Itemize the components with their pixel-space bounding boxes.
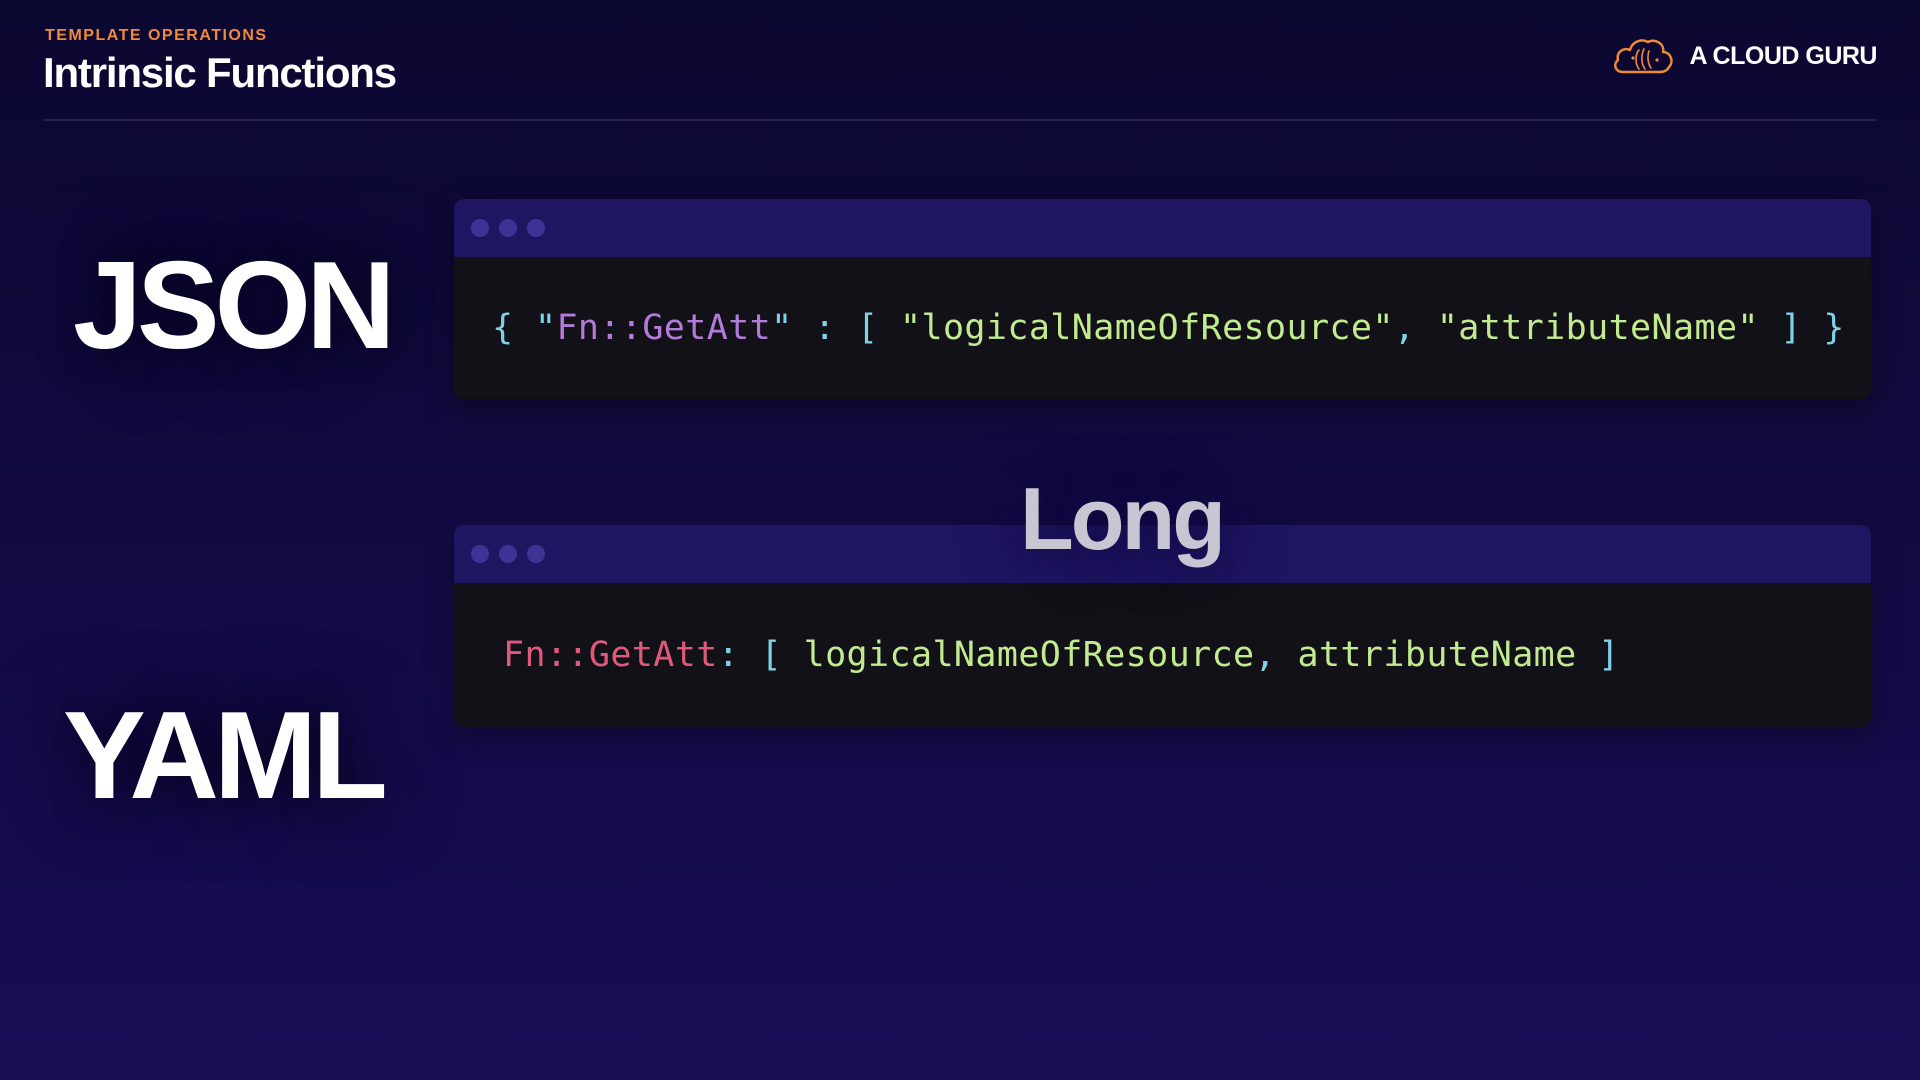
yaml-code-line: Fn::GetAtt: [ logicalNameOfResource, att… <box>454 635 1620 675</box>
code-function-name: Fn::GetAtt <box>503 635 718 675</box>
slide-title: Intrinsic Functions <box>43 49 397 96</box>
json-window-title-bar <box>454 199 1871 257</box>
window-dot-icon <box>499 545 517 563</box>
code-comma: , <box>1254 635 1298 675</box>
code-open-brace: { <box>492 308 535 348</box>
json-label: JSON <box>73 237 396 375</box>
window-dot-icon <box>527 545 545 563</box>
slide-eyebrow: TEMPLATE OPERATIONS <box>45 27 268 44</box>
code-function-name: Fn::GetAtt <box>556 308 772 348</box>
code-quote: " <box>771 308 793 348</box>
json-code-line: { "Fn::GetAtt" : [ "logicalNameOfResourc… <box>454 308 1845 348</box>
json-code-window: { "Fn::GetAtt" : [ "logicalNameOfResourc… <box>454 199 1871 399</box>
window-dot-icon <box>471 545 489 563</box>
window-dot-icon <box>527 219 545 237</box>
json-code-body: { "Fn::GetAtt" : [ "logicalNameOfResourc… <box>454 257 1871 399</box>
long-form-label: Long <box>1020 469 1226 568</box>
brand-name: A CLOUD GURU <box>1689 41 1877 70</box>
code-comma: , <box>1393 308 1437 348</box>
window-dot-icon <box>499 219 517 237</box>
yaml-label: YAML <box>63 687 388 825</box>
code-close: ] } <box>1758 308 1845 348</box>
yaml-code-body: Fn::GetAtt: [ logicalNameOfResource, att… <box>454 583 1871 727</box>
code-argument-1: "logicalNameOfResource" <box>900 308 1394 348</box>
code-argument-1: logicalNameOfResource <box>803 635 1255 675</box>
code-close: ] <box>1576 635 1620 675</box>
code-argument-2: "attributeName" <box>1436 308 1759 348</box>
window-dot-icon <box>471 219 489 237</box>
code-argument-2: attributeName <box>1297 635 1577 675</box>
code-quote: " <box>534 308 557 348</box>
code-colon-bracket: : [ <box>717 635 804 675</box>
header-divider <box>43 119 1877 121</box>
brand: A CLOUD GURU <box>1611 36 1877 76</box>
cloud-logo-icon <box>1611 36 1675 76</box>
code-colon-bracket: : [ <box>792 308 900 348</box>
